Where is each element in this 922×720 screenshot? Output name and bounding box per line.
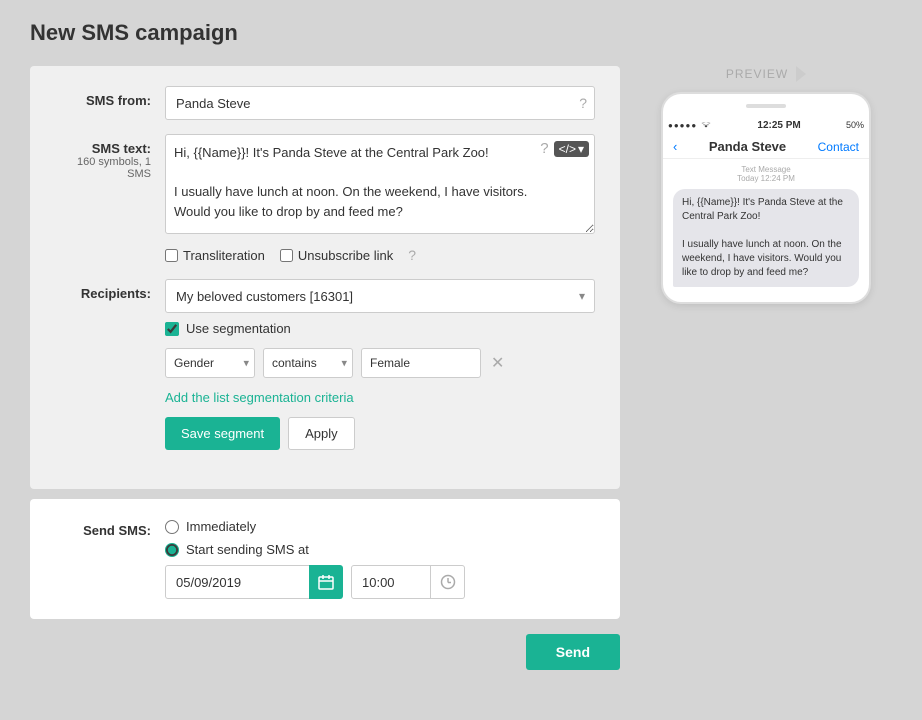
status-left: ●●●●●	[668, 119, 712, 131]
segmentation-filters: Gender contains ✕	[165, 348, 595, 378]
phone-status-bar: ●●●●● 12:25 PM 50%	[663, 119, 869, 131]
sms-text-row: SMS text: 160 symbols, 1 SMS Hi, {{Name}…	[55, 134, 595, 265]
transliteration-checkbox[interactable]	[165, 249, 178, 262]
start-sending-label: Start sending SMS at	[186, 542, 309, 557]
message-meta: Text Message Today 12:24 PM	[673, 165, 859, 183]
preview-arrow[interactable]	[796, 66, 806, 82]
recipients-select[interactable]: My beloved customers [16301]	[165, 279, 595, 313]
sms-from-input[interactable]	[165, 86, 595, 120]
message-bubble: Hi, {{Name}}! It's Panda Steve at the Ce…	[673, 189, 859, 287]
nav-contact-name: Panda Steve	[709, 139, 786, 154]
filter-remove-button[interactable]: ✕	[489, 351, 506, 375]
page-title: New SMS campaign	[30, 20, 892, 46]
code-icon: </>	[559, 142, 576, 156]
filter-value-input[interactable]	[361, 348, 481, 378]
contains-filter-select[interactable]: contains	[263, 348, 353, 378]
immediately-radio[interactable]	[165, 520, 179, 534]
start-sending-radio-row: Start sending SMS at	[165, 542, 595, 557]
preview-panel: PREVIEW ●●●●●	[640, 66, 892, 304]
message-area: Text Message Today 12:24 PM Hi, {{Name}}…	[663, 165, 869, 287]
help-icon[interactable]: ?	[579, 95, 587, 111]
immediately-label: Immediately	[186, 519, 256, 534]
contains-filter-wrap: contains	[263, 348, 353, 378]
nav-contact-link: Contact	[818, 140, 859, 154]
battery-status: 50%	[846, 120, 864, 130]
nav-back-arrow: ‹	[673, 139, 677, 154]
calendar-button[interactable]	[309, 565, 343, 599]
send-sms-label: Send SMS:	[55, 519, 165, 538]
clock-icon	[440, 574, 456, 590]
phone-time: 12:25 PM	[757, 120, 800, 131]
sms-text-input[interactable]: Hi, {{Name}}! It's Panda Steve at the Ce…	[165, 134, 595, 234]
time-input[interactable]	[351, 565, 431, 599]
preview-title: PREVIEW	[726, 67, 788, 81]
send-button[interactable]: Send	[526, 634, 620, 670]
immediately-radio-row: Immediately	[165, 519, 595, 534]
recipients-control: My beloved customers [16301] Use segment…	[165, 279, 595, 450]
date-input-wrap	[165, 565, 343, 599]
sms-text-label: SMS text: 160 symbols, 1 SMS	[55, 134, 165, 180]
unsubscribe-label: Unsubscribe link	[298, 248, 393, 263]
unsubscribe-checkbox-label[interactable]: Unsubscribe link	[280, 248, 393, 263]
textarea-icons: ? </> ▾	[540, 140, 589, 157]
chevron-icon: ▾	[578, 142, 584, 156]
recipients-select-wrap: My beloved customers [16301]	[165, 279, 595, 313]
phone-speaker	[746, 104, 786, 108]
segmentation-section: Use segmentation Gender	[165, 321, 595, 450]
recipients-row: Recipients: My beloved customers [16301]…	[55, 279, 595, 450]
time-input-wrap	[351, 565, 465, 599]
transliteration-label: Transliteration	[183, 248, 265, 263]
use-segmentation-checkbox[interactable]	[165, 322, 179, 336]
send-sms-row: Send SMS: Immediately Start sending SMS …	[55, 519, 595, 599]
use-segmentation-row: Use segmentation	[165, 321, 595, 336]
signal-dots: ●●●●●	[668, 121, 697, 130]
transliteration-checkbox-label[interactable]: Transliteration	[165, 248, 265, 263]
wifi-icon	[700, 119, 712, 131]
segment-actions: Save segment Apply	[165, 417, 595, 450]
textarea-wrap: Hi, {{Name}}! It's Panda Steve at the Ce…	[165, 134, 595, 239]
bottom-actions: Send	[30, 634, 620, 670]
recipients-label: Recipients:	[55, 279, 165, 301]
message-text-line1: Hi, {{Name}}! It's Panda Steve at the Ce…	[682, 197, 843, 222]
sms-text-control: Hi, {{Name}}! It's Panda Steve at the Ce…	[165, 134, 595, 265]
date-input[interactable]	[165, 565, 310, 599]
add-criteria-link[interactable]: Add the list segmentation criteria	[165, 390, 595, 405]
phone-top	[663, 104, 869, 113]
form-panel: SMS from: ? SMS text: 160 symbols, 1 SMS	[30, 66, 620, 489]
calendar-icon	[318, 574, 334, 590]
send-sms-section: Send SMS: Immediately Start sending SMS …	[30, 499, 620, 619]
save-segment-button[interactable]: Save segment	[165, 417, 280, 450]
start-sending-radio[interactable]	[165, 543, 179, 557]
checkbox-row: Transliteration Unsubscribe link ?	[165, 247, 595, 263]
close-icon: ✕	[491, 353, 504, 373]
sms-from-control: ?	[165, 86, 595, 120]
send-sms-options: Immediately Start sending SMS at	[165, 519, 595, 599]
sms-from-row: SMS from: ?	[55, 86, 595, 120]
phone-mockup: ●●●●● 12:25 PM 50% ‹	[661, 92, 871, 304]
unsubscribe-help-icon[interactable]: ?	[408, 247, 416, 263]
unsubscribe-checkbox[interactable]	[280, 249, 293, 262]
sms-from-label: SMS from:	[55, 86, 165, 108]
phone-nav-bar: ‹ Panda Steve Contact	[663, 135, 869, 159]
clock-button[interactable]	[431, 565, 465, 599]
gender-filter-select[interactable]: Gender	[165, 348, 255, 378]
sms-help-icon[interactable]: ?	[540, 140, 548, 157]
gender-filter-wrap: Gender	[165, 348, 255, 378]
datetime-row	[165, 565, 595, 599]
apply-button[interactable]: Apply	[288, 417, 355, 450]
code-icon-btn[interactable]: </> ▾	[554, 141, 589, 157]
message-time: Today 12:24 PM	[673, 174, 859, 183]
message-type: Text Message	[673, 165, 859, 174]
use-segmentation-label: Use segmentation	[186, 321, 291, 336]
message-text-line2: I usually have lunch at noon. On the wee…	[682, 239, 842, 278]
preview-header: PREVIEW	[726, 66, 806, 82]
sms-text-sublabel: 160 symbols, 1 SMS	[55, 156, 151, 180]
